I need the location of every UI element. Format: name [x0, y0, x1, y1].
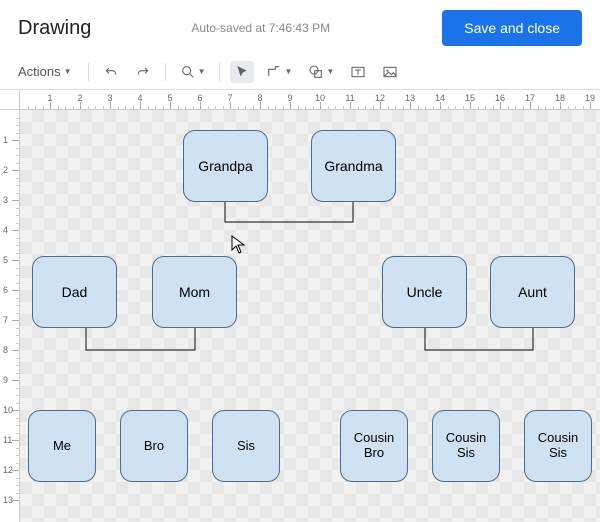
ruler-tick-label: 5	[3, 255, 8, 265]
ruler-tick-label: 7	[3, 315, 8, 325]
line-tool-button[interactable]	[262, 61, 286, 83]
workspace: 12345678910111213 Grandpa Grandma Dad Mo…	[0, 110, 600, 522]
node-cousin-sis-1[interactable]: Cousin Sis	[432, 410, 500, 482]
ruler-tick-label: 13	[405, 93, 415, 103]
ruler-tick-label: 16	[495, 93, 505, 103]
zoom-button[interactable]	[176, 61, 200, 83]
autosave-status: Auto-saved at 7:46:43 PM	[191, 21, 442, 35]
node-label: Grandma	[324, 158, 382, 174]
node-label: Cousin Sis	[529, 431, 587, 461]
ruler-tick-label: 4	[3, 225, 8, 235]
undo-button[interactable]	[99, 61, 123, 83]
ruler-tick-label: 12	[3, 465, 13, 475]
redo-button[interactable]	[131, 61, 155, 83]
ruler-tick-label: 11	[3, 435, 12, 445]
ruler-tick-label: 9	[3, 375, 8, 385]
node-grandpa[interactable]: Grandpa	[183, 130, 268, 202]
ruler-tick-label: 12	[375, 93, 385, 103]
ruler-tick-label: 2	[3, 165, 8, 175]
save-and-close-button[interactable]: Save and close	[442, 10, 582, 46]
chevron-down-icon[interactable]: ▼	[326, 67, 334, 76]
node-cousin-sis-2[interactable]: Cousin Sis	[524, 410, 592, 482]
ruler-tick-label: 13	[3, 495, 13, 505]
node-label: Cousin Bro	[345, 431, 403, 461]
node-label: Dad	[62, 284, 88, 300]
ruler-tick-label: 17	[525, 93, 535, 103]
ruler-tick-label: 8	[3, 345, 8, 355]
drawing-canvas[interactable]: Grandpa Grandma Dad Mom Uncle Aunt Me Br…	[20, 110, 600, 522]
node-label: Aunt	[518, 284, 547, 300]
textbox-tool-button[interactable]	[346, 61, 370, 83]
shape-tool-button[interactable]	[304, 61, 328, 83]
ruler-tick-label: 5	[167, 93, 172, 103]
ruler-tick-label: 8	[257, 93, 262, 103]
ruler-tick-label: 1	[47, 93, 52, 103]
editor-toolbar: Actions ▼ ▼ ▼ ▼	[0, 56, 600, 90]
node-label: Bro	[144, 439, 164, 454]
ruler-tick-label: 6	[3, 285, 8, 295]
dialog-title: Drawing	[18, 17, 91, 40]
node-label: Mom	[179, 284, 210, 300]
node-grandma[interactable]: Grandma	[311, 130, 396, 202]
ruler-tick-label: 2	[77, 93, 82, 103]
ruler-tick-label: 18	[555, 93, 565, 103]
toolbar-separator	[219, 63, 220, 81]
toolbar-separator	[88, 63, 89, 81]
node-me[interactable]: Me	[28, 410, 96, 482]
node-aunt[interactable]: Aunt	[490, 256, 575, 328]
actions-menu[interactable]: Actions ▼	[12, 60, 78, 83]
ruler-corner	[0, 90, 20, 110]
ruler-tick-label: 3	[3, 195, 8, 205]
actions-menu-label: Actions	[18, 64, 61, 79]
image-tool-button[interactable]	[378, 61, 402, 83]
chevron-down-icon: ▼	[64, 67, 72, 76]
node-label: Grandpa	[198, 158, 252, 174]
cursor-pointer-icon	[230, 235, 246, 255]
node-sis[interactable]: Sis	[212, 410, 280, 482]
node-cousin-bro[interactable]: Cousin Bro	[340, 410, 408, 482]
node-dad[interactable]: Dad	[32, 256, 117, 328]
node-bro[interactable]: Bro	[120, 410, 188, 482]
ruler-tick-label: 6	[197, 93, 202, 103]
toolbar-separator	[165, 63, 166, 81]
ruler-tick-label: 11	[345, 93, 354, 103]
ruler-tick-label: 14	[435, 93, 445, 103]
ruler-tick-label: 19	[585, 93, 595, 103]
ruler-tick-label: 4	[137, 93, 142, 103]
horizontal-ruler: 12345678910111213141516171819	[0, 90, 600, 110]
ruler-tick-label: 1	[3, 135, 8, 145]
node-label: Sis	[237, 439, 255, 454]
node-label: Uncle	[407, 284, 443, 300]
chevron-down-icon[interactable]: ▼	[198, 67, 206, 76]
ruler-tick-label: 10	[315, 93, 325, 103]
ruler-tick-label: 7	[227, 93, 232, 103]
node-label: Cousin Sis	[437, 431, 495, 461]
node-uncle[interactable]: Uncle	[382, 256, 467, 328]
ruler-tick-label: 3	[107, 93, 112, 103]
ruler-tick-label: 9	[287, 93, 292, 103]
chevron-down-icon[interactable]: ▼	[284, 67, 292, 76]
ruler-tick-label: 10	[3, 405, 13, 415]
vertical-ruler: 12345678910111213	[0, 110, 20, 522]
select-tool-button[interactable]	[230, 61, 254, 83]
dialog-header: Drawing Auto-saved at 7:46:43 PM Save an…	[0, 0, 600, 56]
node-label: Me	[53, 439, 71, 454]
ruler-tick-label: 15	[465, 93, 475, 103]
node-mom[interactable]: Mom	[152, 256, 237, 328]
